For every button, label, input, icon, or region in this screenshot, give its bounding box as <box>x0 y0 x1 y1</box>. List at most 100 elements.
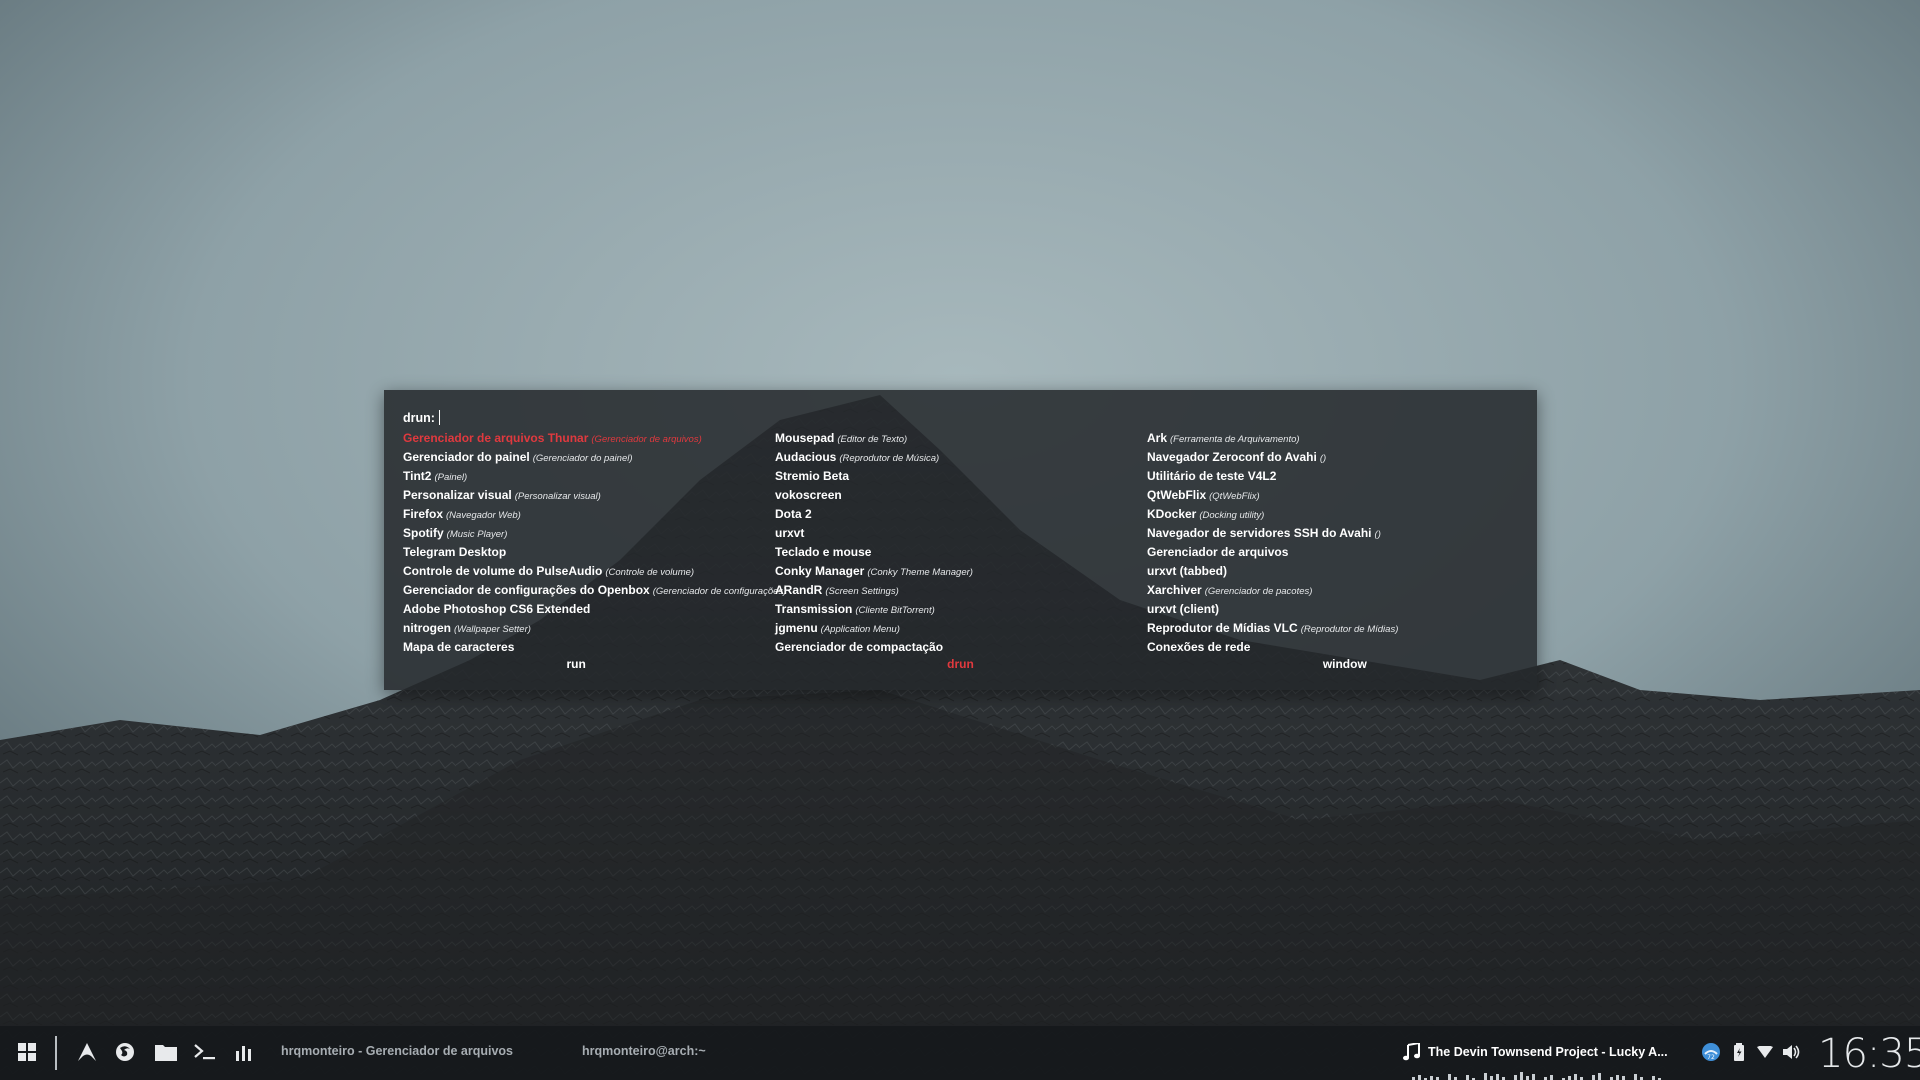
entry-name: Audacious <box>775 450 837 464</box>
entry-generic-name: (Gerenciador de pacotes) <box>1204 586 1313 597</box>
volume-icon[interactable] <box>1778 1038 1806 1066</box>
terminal-icon[interactable] <box>191 1038 219 1066</box>
launcher-entry[interactable]: Navegador Zeroconf do Avahi() <box>1147 448 1517 467</box>
entry-name: Tint2 <box>403 469 432 483</box>
launcher-entry[interactable]: urxvt (tabbed) <box>1147 562 1517 581</box>
update-icon[interactable]: 72 <box>1697 1038 1725 1066</box>
entry-name: Conexões de rede <box>1147 640 1251 654</box>
entry-name: vokoscreen <box>775 488 842 502</box>
entry-generic-name: () <box>1374 529 1381 540</box>
launcher-entry[interactable]: Transmission (Cliente BitTorrent) <box>775 600 1145 619</box>
entry-name: urxvt (client) <box>1147 602 1220 616</box>
entry-name: Xarchiver <box>1147 583 1202 597</box>
entry-generic-name: (Gerenciador de configurações) <box>652 586 787 597</box>
launcher-column-1: Gerenciador de arquivos Thunar (Gerenciad… <box>403 429 786 657</box>
launcher-entry[interactable]: Firefox (Navegador Web) <box>403 505 773 524</box>
entry-generic-name: (Cliente BitTorrent) <box>855 605 935 616</box>
wifi-icon[interactable] <box>1751 1038 1779 1066</box>
clock[interactable]: 16:35 <box>1818 1031 1920 1077</box>
mode-drun[interactable]: drun <box>768 655 1152 673</box>
mode-switcher: run drun window <box>384 655 1537 673</box>
launcher-entry[interactable]: Gerenciador de arquivos Thunar (Gerenciad… <box>403 429 773 448</box>
entry-generic-name: (Application Menu) <box>820 624 900 635</box>
battery-icon[interactable] <box>1725 1038 1753 1066</box>
entry-name: Spotify <box>403 526 444 540</box>
task-terminal[interactable]: hrqmonteiro@arch:~ <box>582 1044 706 1058</box>
entry-generic-name: (Screen Settings) <box>825 586 899 597</box>
music-widget[interactable]: The Devin Townsend Project - Lucky A... <box>1402 1038 1668 1066</box>
entry-generic-name: (Reprodutor de Música) <box>839 453 940 464</box>
entry-name: KDocker <box>1147 507 1197 521</box>
svg-text:72: 72 <box>1707 1054 1715 1061</box>
entry-name: Utilitário de teste V4L2 <box>1147 469 1277 483</box>
launcher-entry[interactable]: Gerenciador de arquivos <box>1147 543 1517 562</box>
entry-name: Gerenciador de arquivos <box>1147 545 1289 559</box>
launcher-entry[interactable]: Spotify (Music Player) <box>403 524 773 543</box>
launcher-entry[interactable]: Xarchiver (Gerenciador de pacotes) <box>1147 581 1517 600</box>
launcher-entry[interactable]: Conky Manager (Conky Theme Manager) <box>775 562 1145 581</box>
launcher-prompt[interactable]: drun: <box>403 410 441 425</box>
launcher-entry[interactable]: Controle de volume do PulseAudio (Control… <box>403 562 773 581</box>
launcher-entry[interactable]: urxvt (client) <box>1147 600 1517 619</box>
entry-generic-name: (Editor de Texto) <box>837 434 908 445</box>
launcher-entry[interactable]: urxvt <box>775 524 1145 543</box>
taskbar-separator <box>55 1036 57 1070</box>
entry-name: Stremio Beta <box>775 469 850 483</box>
entry-generic-name: (Wallpaper Setter) <box>454 624 531 635</box>
prompt-label: drun: <box>403 410 435 425</box>
entry-generic-name: (Navegador Web) <box>446 510 521 521</box>
audio-visualizer <box>1412 1072 1661 1080</box>
launcher-entry[interactable]: Stremio Beta <box>775 467 1145 486</box>
entry-name: Gerenciador de compactação <box>775 640 944 654</box>
grid-icon[interactable] <box>13 1038 41 1066</box>
entry-name: Mapa de caracteres <box>403 640 515 654</box>
entry-name: Gerenciador de arquivos Thunar <box>403 431 589 445</box>
entry-generic-name: () <box>1319 453 1327 464</box>
launcher-entry[interactable]: Ark (Ferramenta de Arquivamento) <box>1147 429 1517 448</box>
entry-generic-name: (Gerenciador do painel) <box>532 453 633 464</box>
launcher-entry[interactable]: vokoscreen <box>775 486 1145 505</box>
mode-window[interactable]: window <box>1153 655 1537 673</box>
launcher-entry[interactable]: Navegador de servidores SSH do Avahi() <box>1147 524 1517 543</box>
launcher-entry[interactable]: Adobe Photoshop CS6 Extended <box>403 600 773 619</box>
entry-generic-name: (Reprodutor de Mídias) <box>1300 624 1399 635</box>
folder-icon[interactable] <box>152 1038 180 1066</box>
launcher-entry[interactable]: Tint2 (Painel) <box>403 467 773 486</box>
launcher-entry[interactable]: Teclado e mouse <box>775 543 1145 562</box>
entry-name: Mousepad <box>775 431 835 445</box>
entry-name: Dota 2 <box>775 507 812 521</box>
entry-name: Reprodutor de Mídias VLC <box>1147 621 1298 635</box>
entry-name: Teclado e mouse <box>775 545 872 559</box>
arch-icon[interactable] <box>73 1038 101 1066</box>
entry-generic-name: (Painel) <box>434 472 468 483</box>
launcher-entry[interactable]: Audacious (Reprodutor de Música) <box>775 448 1145 467</box>
launcher-entry[interactable]: QtWebFlix (QtWebFlix) <box>1147 486 1517 505</box>
launcher-entry[interactable]: KDocker (Docking utility) <box>1147 505 1517 524</box>
entry-generic-name: (Docking utility) <box>1199 510 1265 521</box>
entry-name: Firefox <box>403 507 444 521</box>
mode-run[interactable]: run <box>384 655 768 673</box>
task-file-manager[interactable]: hrqmonteiro - Gerenciador de arquivos <box>281 1044 513 1058</box>
entry-name: Gerenciador do painel <box>403 450 530 464</box>
entry-name: Conky Manager <box>775 564 865 578</box>
launcher-entry[interactable]: Gerenciador de configurações do Openbox(… <box>403 581 786 600</box>
entry-name: ARandR <box>775 583 823 597</box>
launcher-entry[interactable]: Telegram Desktop <box>403 543 773 562</box>
entry-name: Ark <box>1147 431 1168 445</box>
firefox-icon[interactable] <box>111 1038 139 1066</box>
launcher-entry[interactable]: Dota 2 <box>775 505 1145 524</box>
launcher-entry[interactable]: jgmenu (Application Menu) <box>775 619 1145 638</box>
launcher-entry[interactable]: ARandR (Screen Settings) <box>775 581 1145 600</box>
entry-generic-name: (Personalizar visual) <box>514 491 601 502</box>
launcher-entry[interactable]: Gerenciador do painel (Gerenciador do pai… <box>403 448 773 467</box>
entry-name: Personalizar visual <box>403 488 512 502</box>
entry-generic-name: (QtWebFlix) <box>1209 491 1260 502</box>
launcher-entry[interactable]: Mousepad (Editor de Texto) <box>775 429 1145 448</box>
text-cursor <box>438 410 441 425</box>
taskbar: hrqmonteiro - Gerenciador de arquivos hr… <box>0 1026 1920 1080</box>
launcher-entry[interactable]: Personalizar visual (Personalizar visual) <box>403 486 773 505</box>
launcher-entry[interactable]: Reprodutor de Mídias VLC (Reprodutor de M… <box>1147 619 1517 638</box>
bar-chart-icon[interactable] <box>230 1038 258 1066</box>
launcher-entry[interactable]: nitrogen (Wallpaper Setter) <box>403 619 773 638</box>
launcher-entry[interactable]: Utilitário de teste V4L2 <box>1147 467 1517 486</box>
